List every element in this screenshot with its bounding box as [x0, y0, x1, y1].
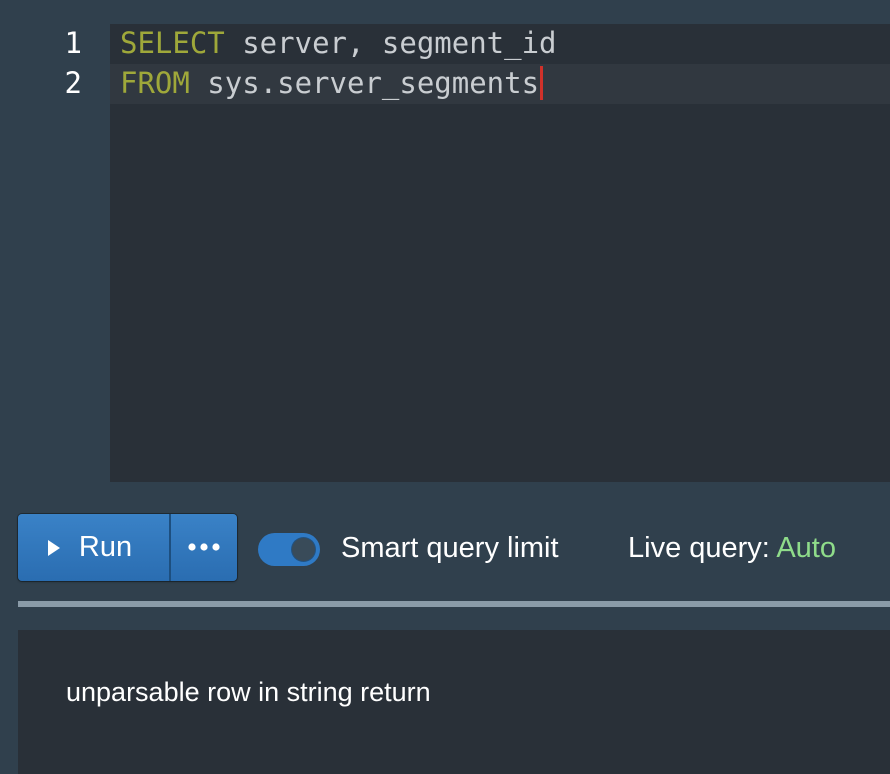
more-options-button[interactable]	[171, 514, 237, 581]
code-line[interactable]: SELECT server, segment_id	[120, 24, 557, 64]
query-output-panel: unparsable row in string return	[18, 630, 890, 774]
play-icon	[47, 539, 61, 557]
line-number: 2	[64, 66, 82, 100]
line-number: 1	[64, 26, 82, 60]
sql-keyword: SELECT	[120, 26, 225, 60]
smart-query-limit-label[interactable]: Smart query limit	[341, 528, 559, 568]
live-query-label: Live query:	[628, 532, 770, 564]
code-line[interactable]: FROM sys.server_segments	[120, 64, 544, 104]
run-button[interactable]: Run	[18, 514, 169, 581]
run-button-group: Run	[18, 514, 237, 581]
text-cursor	[540, 66, 544, 100]
run-label: Run	[78, 531, 133, 563]
panel-resize-divider[interactable]	[18, 601, 890, 607]
sql-text: server, segment_id	[224, 26, 557, 60]
error-message: unparsable row in string return	[66, 677, 431, 707]
live-query-selector[interactable]: Live query: Auto	[628, 528, 836, 568]
query-view: 1 2 SELECT server, segment_id FROM sys.s…	[0, 0, 890, 774]
ellipsis-icon	[187, 539, 221, 557]
line-number-gutter: 1 2	[18, 24, 110, 482]
toggle-knob	[292, 538, 315, 561]
sql-keyword: FROM	[120, 66, 190, 100]
live-query-value: Auto	[776, 532, 836, 564]
sql-editor[interactable]: 1 2 SELECT server, segment_id FROM sys.s…	[18, 24, 890, 482]
smart-query-limit-toggle[interactable]	[258, 533, 320, 566]
sql-text: sys.server_segments	[189, 66, 540, 100]
